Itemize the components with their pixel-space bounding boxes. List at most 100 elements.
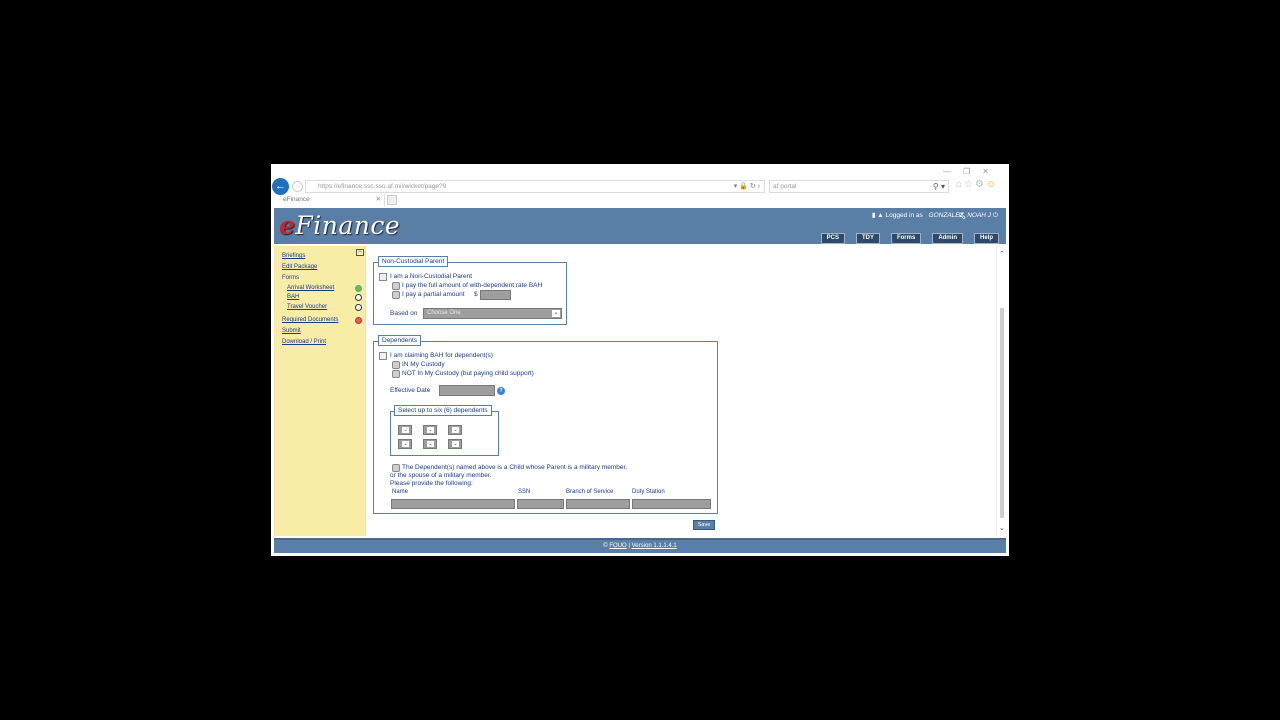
sidebar-item-submit[interactable]: Submit	[282, 328, 301, 334]
chevron-down-icon: ⌄	[427, 441, 434, 447]
nav-pcs-button[interactable]: PCS	[820, 233, 845, 244]
not-in-custody-radio[interactable]	[392, 370, 400, 378]
fouo-link[interactable]: FOUO	[609, 543, 626, 549]
nav-tdy-button[interactable]: TDY	[855, 233, 880, 244]
tab-efinance[interactable]: eFinance ✕	[273, 194, 385, 206]
star-icon[interactable]: ☆	[964, 179, 975, 190]
main-content: ⌃ ⌄ Non-Custodial Parent I am a Non-Cust…	[368, 246, 1006, 536]
mouse-cursor-icon: ⬁	[958, 211, 967, 222]
non-custodial-legend: Non-Custodial Parent	[378, 256, 449, 267]
gear-icon[interactable]: ⚙	[975, 179, 986, 190]
col-duty-station-header: Duty Station	[632, 489, 665, 495]
save-button[interactable]: Save	[693, 520, 715, 530]
toolbar-icons[interactable]: ⌂☆⚙☺	[956, 179, 998, 190]
error-icon	[355, 317, 362, 324]
dependent-select-3[interactable]: ⌄	[448, 425, 462, 435]
partial-amount-input[interactable]	[480, 290, 511, 300]
new-tab-button[interactable]	[387, 195, 397, 205]
nav-help-button[interactable]: Help	[973, 233, 999, 244]
duty-station-input[interactable]	[632, 499, 711, 509]
sidebar-forms-label: Forms	[282, 275, 299, 281]
bell-icon[interactable]: ▮ ▲	[872, 212, 884, 219]
sidebar-item-required-documents[interactable]: Required Documents	[282, 317, 338, 323]
nav-buttons: PCS TDY Forms Admin Help	[810, 226, 999, 244]
full-amount-radio[interactable]	[392, 282, 400, 290]
url-input[interactable]: https://efinance.ssc.sso.af.mil/wicket/p…	[305, 180, 765, 193]
claiming-bah-checkbox[interactable]	[379, 352, 387, 360]
chevron-down-icon: ⌄	[427, 427, 434, 433]
non-custodial-label: I am a Non-Custodial Parent	[390, 273, 473, 280]
dependent-select-4[interactable]: ⌄	[398, 439, 412, 449]
currency-symbol: $	[474, 291, 478, 298]
sidebar: − Briefings Edit Package Forms Arrival W…	[274, 246, 366, 536]
dependent-select-5[interactable]: ⌄	[423, 439, 437, 449]
scrollbar[interactable]: ⌃ ⌄	[996, 246, 1006, 536]
dependent-select-2[interactable]: ⌄	[423, 425, 437, 435]
close-tab-icon[interactable]: ✕	[376, 194, 381, 206]
sidebar-item-travel-voucher[interactable]: Travel Voucher	[287, 304, 327, 310]
effective-date-input[interactable]	[439, 385, 495, 396]
nav-admin-button[interactable]: Admin	[932, 233, 963, 244]
search-icon[interactable]: ⚲ ▾	[933, 181, 945, 192]
back-arrow-icon[interactable]: ←	[272, 178, 289, 195]
chevron-down-icon: ⌄	[402, 427, 409, 433]
based-on-label: Based on	[390, 310, 418, 317]
nav-forms-button[interactable]: Forms	[890, 233, 922, 244]
based-on-select[interactable]: Choose One ⌄	[423, 308, 562, 319]
select-dependents-legend: Select up to six (6) dependents	[394, 405, 492, 416]
full-amount-label: I pay the full amount of with-dependent …	[402, 282, 543, 289]
partial-amount-label: I pay a partial amount	[402, 291, 465, 298]
complete-check-icon	[355, 285, 362, 292]
sidebar-item-bah[interactable]: BAH	[287, 294, 299, 300]
col-name-header: Name	[392, 489, 409, 495]
claiming-bah-label: I am claiming BAH for dependent(s)	[390, 352, 493, 359]
sidebar-item-download-print[interactable]: Download / Print	[282, 339, 326, 345]
based-on-value: Choose One	[427, 310, 461, 316]
dependent-select-6[interactable]: ⌄	[448, 439, 462, 449]
name-input[interactable]	[391, 499, 515, 509]
logged-in-label: Logged in as	[885, 212, 923, 219]
url-text: https://efinance.ssc.sso.af.mil/wicket/p…	[318, 183, 447, 190]
smiley-icon[interactable]: ☺	[986, 179, 998, 190]
non-custodial-checkbox[interactable]	[379, 273, 387, 281]
military-parent-line2: or the spouse of a military member.	[390, 472, 492, 479]
help-icon[interactable]: ?	[497, 387, 505, 395]
collapse-sidebar-icon[interactable]: −	[356, 249, 364, 256]
footer-separator: |	[628, 543, 630, 549]
military-parent-line3: Please provide the following:	[390, 480, 473, 487]
sidebar-item-briefings[interactable]: Briefings	[282, 253, 305, 259]
home-icon[interactable]: ⌂	[956, 179, 964, 190]
incomplete-circle-icon	[355, 294, 362, 301]
sidebar-item-edit-package[interactable]: Edit Package	[282, 264, 317, 270]
ssn-input[interactable]	[517, 499, 564, 509]
lock-refresh-icon[interactable]: ▾ 🔒 ↻ ›	[734, 181, 760, 192]
forward-arrow-icon[interactable]: →	[292, 181, 303, 192]
dependent-select-1[interactable]: ⌄	[398, 425, 412, 435]
incomplete-circle-icon	[355, 304, 362, 311]
col-ssn-header: SSN	[518, 489, 531, 495]
branch-input[interactable]	[566, 499, 630, 509]
chevron-up-icon[interactable]: ⌃	[999, 250, 1005, 258]
chevron-down-icon: ⌄	[452, 441, 459, 447]
version-link[interactable]: Version 1.1.1.4.1	[632, 543, 677, 549]
window-controls[interactable]: —❐✕	[943, 167, 1001, 176]
browser-window: —❐✕ ← → https://efinance.ssc.sso.af.mil/…	[271, 164, 1009, 556]
copyright-icon: ©	[603, 543, 608, 549]
partial-amount-radio[interactable]	[392, 291, 400, 299]
military-parent-line1: The Dependent(s) named above is a Child …	[402, 464, 628, 471]
scroll-thumb[interactable]	[1000, 308, 1004, 518]
search-input[interactable]: af portal ⚲ ▾	[769, 180, 949, 193]
sidebar-item-arrival-worksheet[interactable]: Arrival Worksheet	[287, 285, 334, 291]
military-parent-checkbox[interactable]	[392, 464, 400, 472]
not-in-custody-label: NOT In My Custody (but paying child supp…	[402, 370, 534, 377]
user-info: ▮ ▲ Logged in as GONZALEZ, NOAH J ⏻	[872, 211, 998, 220]
col-branch-header: Branch of Service	[566, 489, 614, 495]
in-custody-label: IN My Custody	[402, 361, 445, 368]
power-icon[interactable]: ⏻	[993, 212, 998, 219]
chevron-down-icon: ⌄	[402, 441, 409, 447]
in-custody-radio[interactable]	[392, 361, 400, 369]
search-text: af portal	[773, 183, 797, 190]
footer: © FOUO | Version 1.1.1.4.1	[274, 538, 1006, 553]
effective-date-label: Effective Date	[390, 387, 431, 394]
chevron-down-icon[interactable]: ⌄	[999, 524, 1005, 532]
